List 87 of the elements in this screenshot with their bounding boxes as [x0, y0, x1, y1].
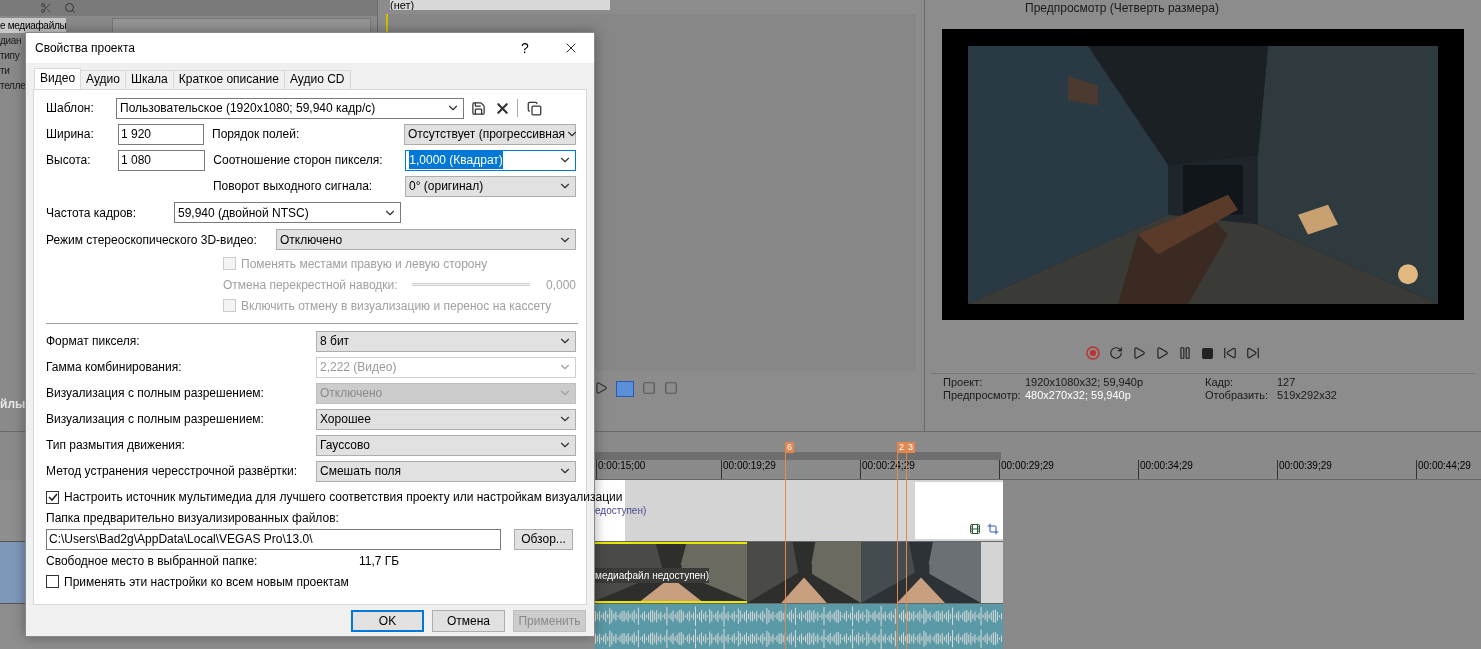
browse-button[interactable]: Обзор...	[514, 528, 573, 550]
field-label: Поворот выходного сигнала:	[213, 178, 374, 195]
pause-icon[interactable]	[1178, 346, 1192, 360]
help-button[interactable]: ?	[502, 37, 548, 59]
info-value: 127	[1277, 376, 1297, 389]
dropdown[interactable]: 59,940 (двойной NTSC)	[174, 202, 401, 223]
field-label: Режим стереоскопического 3D-видео:	[46, 231, 258, 249]
dropdown[interactable]: Отключено	[276, 229, 576, 250]
tab[interactable]: Видео	[34, 68, 82, 89]
checkmark-icon	[47, 492, 58, 502]
ruler-label: 00:00:39;29	[1277, 460, 1416, 480]
dropdown[interactable]: Пользовательское (1920x1080; 59,940 кадр/с)	[116, 97, 464, 119]
dropdown[interactable]: 0° (оригинал)	[405, 175, 576, 197]
info-value: 519x292x32	[1277, 389, 1338, 402]
cut-icon[interactable]	[40, 2, 52, 14]
tree-item[interactable]: телле	[0, 78, 26, 93]
field-label: Визуализация с полным разрешением:	[46, 385, 265, 402]
tab[interactable]: Аудио CD	[284, 70, 351, 89]
tree-item[interactable]: типу	[0, 48, 20, 63]
field-label: Папка предварительно визуализированных файлов:	[46, 510, 339, 527]
tree-item[interactable]: ти	[0, 63, 10, 78]
info-value: 480x270x32; 59,940p	[1025, 389, 1132, 402]
square-icon[interactable]	[664, 381, 678, 396]
ruler-label: 0:00:15;00	[596, 460, 721, 480]
clip-label: медиафайл недоступен)	[595, 568, 709, 584]
ruler-label: 00:00:34;29	[1138, 460, 1277, 480]
search-icon[interactable]	[64, 2, 76, 14]
field-label: Свободное место в выбранной папке:	[46, 552, 259, 570]
dropdown[interactable]: 8 бит	[316, 330, 576, 352]
play-icon[interactable]	[1155, 346, 1169, 360]
copy-icon[interactable]	[527, 100, 542, 116]
clip-label: едоступен)	[595, 504, 647, 519]
checkbox-label: Поменять местами правую и левую сторону	[241, 255, 488, 273]
dropdown[interactable]: 1,0000 (Квадрат)	[405, 149, 576, 171]
film-icon[interactable]	[969, 523, 981, 536]
slider-label: Отмена перекрестной наводки:	[223, 276, 398, 294]
next-icon[interactable]	[1246, 346, 1260, 360]
info-label: Кадр:	[1205, 376, 1235, 389]
checkbox[interactable]	[46, 575, 59, 588]
info-value: 1920x1080x32; 59,940p	[1025, 376, 1145, 389]
field-label: Гамма комбинирования:	[46, 359, 183, 376]
play-icon[interactable]	[594, 381, 608, 396]
window-title: Свойства проекта	[35, 40, 136, 57]
save-icon[interactable]	[471, 100, 486, 116]
stop-icon[interactable]	[1201, 346, 1214, 360]
dropdown[interactable]: Отсутствует (прогрессивная	[404, 123, 576, 145]
checkbox[interactable]	[46, 490, 59, 504]
square-icon[interactable]	[642, 381, 656, 396]
field-label: Порядок полей:	[212, 126, 301, 143]
checkbox-label: Применять эти настройки ко всем новым проектам	[64, 573, 349, 591]
info-label: Отобразить:	[1205, 389, 1269, 402]
field-label: Тип размытия движения:	[46, 437, 186, 454]
field-label: Высота:	[46, 152, 92, 169]
dropdown[interactable]: Смешать поля	[316, 460, 576, 482]
number-field[interactable]: 1 080	[118, 149, 206, 171]
previous-icon[interactable]	[1223, 346, 1237, 360]
dropdown[interactable]: Хорошее	[316, 408, 576, 430]
checkbox-label: Включить отмену в визуализацию и перенос на кассету	[241, 297, 552, 315]
tree-item[interactable]: диан	[0, 33, 22, 48]
field-label: Формат пикселя:	[46, 333, 141, 350]
slider-track[interactable]	[411, 283, 530, 286]
slider-value: 0,000	[545, 276, 576, 294]
number-field[interactable]: 1 920	[118, 123, 205, 145]
tab[interactable]: Аудио	[80, 70, 126, 89]
checkbox-label: Настроить источник мультимедиа для лучшего соответствия проекту или настройкам визуализации	[64, 489, 623, 506]
dialog-button[interactable]: OK	[351, 610, 424, 632]
field-label: Визуализация с полным разрешением:	[46, 411, 265, 428]
video-clip[interactable]	[915, 482, 1003, 540]
ruler-label: 00:00:29;29	[999, 460, 1138, 480]
preview-quality[interactable]: Предпросмотр (Четверть размера)	[1025, 1, 1219, 15]
ruler-label: 00:00:44;29	[1416, 460, 1481, 480]
field-label: Ширина:	[46, 126, 95, 143]
info-label: Предпросмотр:	[943, 389, 1022, 402]
info-label: Проект:	[943, 376, 984, 389]
field-label: Метод устранения чересстрочной развёртки:	[46, 463, 299, 480]
dropdown[interactable]: Гауссово	[316, 434, 576, 456]
field-label: Соотношение сторон пикселя:	[213, 152, 384, 169]
field-label: Шаблон:	[46, 100, 95, 117]
crop-icon[interactable]	[987, 523, 999, 536]
toolbar-button[interactable]	[616, 381, 634, 398]
loop-icon[interactable]	[1109, 346, 1123, 360]
free-space-value: 11,7 ГБ	[359, 552, 400, 570]
field-label: Частота кадров:	[46, 204, 138, 222]
tree-item[interactable]: е медиафайлы	[0, 18, 67, 33]
tab[interactable]: Краткое описание	[172, 70, 285, 89]
path-field[interactable]: C:\Users\Bad2g\AppData\Local\VEGAS Pro\13.0\	[46, 528, 501, 550]
dialog-button[interactable]: Отмена	[432, 610, 505, 632]
